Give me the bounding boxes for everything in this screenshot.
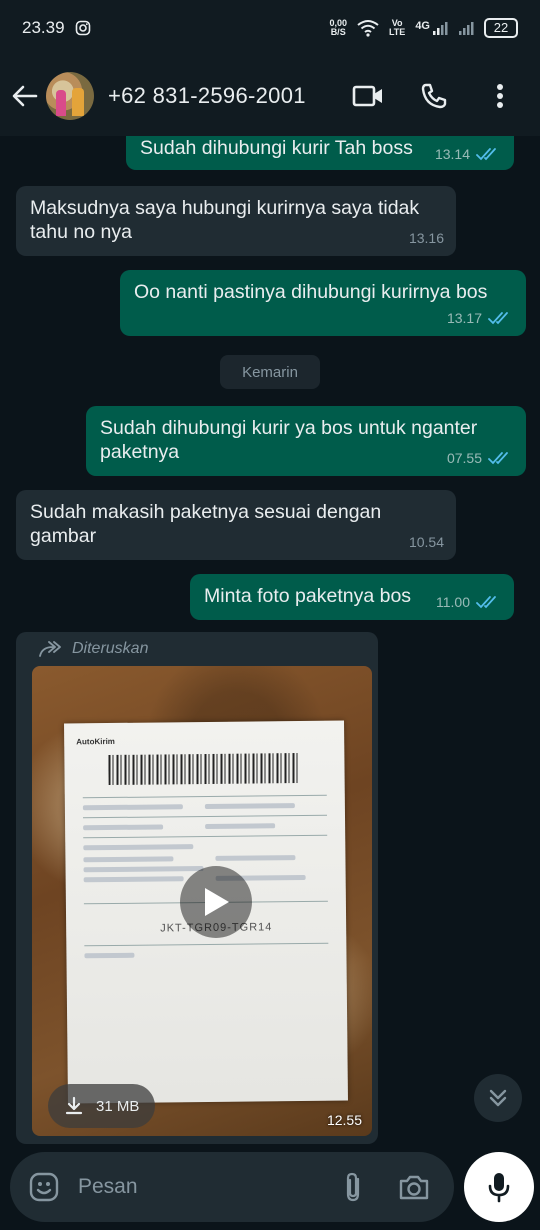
barcode	[108, 753, 299, 786]
message-time: 12.55	[326, 1112, 362, 1128]
voice-message-button[interactable]	[464, 1152, 534, 1222]
file-size: 31 MB	[96, 1097, 140, 1115]
chat-header: +62 831-2596-2001	[0, 56, 540, 136]
message-text: Sudah dihubungi kurir Tah boss	[140, 137, 413, 159]
more-options-icon[interactable]	[484, 80, 516, 112]
video-message[interactable]: Diteruskan AutoKirim JKT-TGR09-TGR14 31 …	[16, 632, 378, 1144]
double-chevron-down-icon	[487, 1087, 509, 1109]
read-ticks-icon	[488, 311, 514, 325]
avatar[interactable]	[46, 72, 94, 120]
signal-icon-2	[458, 20, 474, 36]
phone-call-icon[interactable]	[418, 80, 450, 112]
net-speed-unit: B/S	[330, 27, 346, 37]
message-bubble-incoming[interactable]: Sudah makasih paketnya sesuai dengan gam…	[16, 490, 456, 560]
date-separator: Kemarin	[220, 355, 320, 389]
download-icon	[64, 1096, 84, 1116]
message-bubble-outgoing[interactable]: Minta foto paketnya bos 11.00	[190, 574, 514, 620]
battery-indicator: 22	[484, 18, 518, 38]
play-button[interactable]	[180, 866, 252, 938]
message-composer[interactable]: Pesan	[10, 1152, 454, 1222]
network-type: 4G	[415, 20, 430, 32]
message-bubble-outgoing[interactable]: Sudah dihubungi kurir Tah boss 13.14	[126, 136, 514, 170]
wifi-icon	[357, 19, 379, 37]
message-time: 11.00	[436, 594, 470, 610]
emoji-icon[interactable]	[28, 1171, 60, 1203]
message-time: 10.54	[408, 534, 444, 550]
video-thumbnail[interactable]: AutoKirim JKT-TGR09-TGR14 31 MB 12.55	[32, 666, 372, 1136]
forwarded-label: Diteruskan	[38, 640, 148, 658]
read-ticks-icon	[476, 147, 502, 161]
label-brand: AutoKirim	[76, 736, 115, 747]
read-ticks-icon	[488, 451, 514, 465]
signal-icon: 4G	[415, 20, 448, 36]
chat-area[interactable]: Sudah dihubungi kurir Tah boss 13.14 Mak…	[0, 136, 540, 1146]
download-button[interactable]: 31 MB	[48, 1084, 156, 1128]
message-text: Minta foto paketnya bos	[204, 585, 412, 607]
message-bubble-outgoing[interactable]: Oo nanti pastinya dihubungi kurirnya bos…	[120, 270, 526, 336]
message-text: Oo nanti pastinya dihubungi kurirnya bos	[134, 281, 488, 303]
message-bubble-outgoing[interactable]: Sudah dihubungi kurir ya bos untuk ngant…	[86, 406, 526, 476]
video-call-icon[interactable]	[352, 80, 384, 112]
message-time: 13.17	[446, 310, 482, 326]
forwarded-icon	[38, 641, 62, 657]
message-text: Maksudnya saya hubungi kurirnya saya tid…	[30, 197, 420, 243]
read-ticks-icon	[476, 595, 502, 609]
message-input[interactable]: Pesan	[78, 1175, 342, 1199]
contact-name[interactable]: +62 831-2596-2001	[108, 83, 306, 109]
forwarded-text: Diteruskan	[72, 640, 149, 657]
message-time: 13.14	[434, 146, 470, 162]
message-bubble-incoming[interactable]: Maksudnya saya hubungi kurirnya saya tid…	[16, 186, 456, 256]
instagram-icon	[75, 20, 91, 36]
status-bar: 23.39 0,00 B/S Vo LTE 4G 22	[0, 0, 540, 56]
microphone-icon	[487, 1171, 511, 1203]
camera-icon[interactable]	[398, 1173, 430, 1201]
net-speed: 0,00 B/S	[329, 19, 347, 37]
back-arrow-icon[interactable]	[10, 76, 40, 116]
message-time: 07.55	[446, 450, 482, 466]
message-time: 13.16	[408, 230, 444, 246]
volte-indicator: Vo LTE	[389, 19, 405, 37]
status-time: 23.39	[22, 18, 65, 37]
volte-bottom: LTE	[388, 27, 406, 37]
message-text: Sudah dihubungi kurir ya bos untuk ngant…	[100, 417, 478, 463]
attach-icon[interactable]	[342, 1171, 364, 1203]
scroll-to-bottom-button[interactable]	[474, 1074, 522, 1122]
message-text: Sudah makasih paketnya sesuai dengan gam…	[30, 501, 382, 547]
